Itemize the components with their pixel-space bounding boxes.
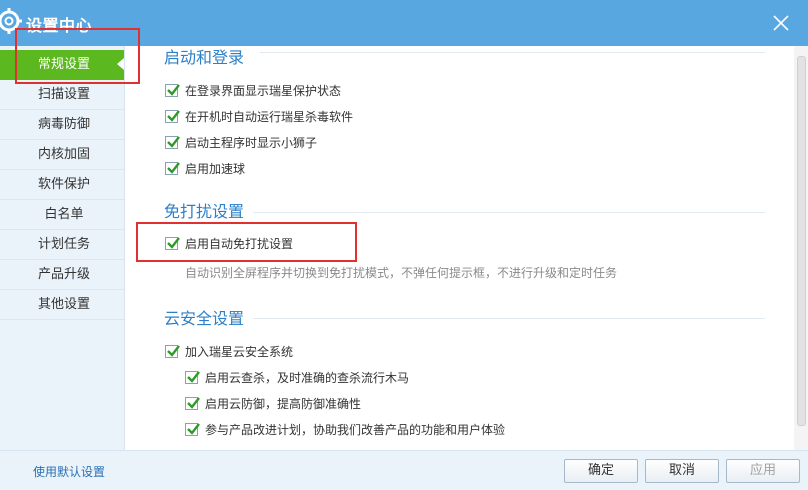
checkbox-checked[interactable] — [185, 397, 200, 410]
title-bar: 设置中心 — [0, 0, 808, 46]
settings-window: 设置中心 常规设置 扫描设置 病毒防御 内核加固 软件保护 白名单 计划任务 产… — [0, 0, 808, 490]
check-icon — [187, 423, 200, 435]
section-title-cloud: 云安全设置 — [164, 309, 245, 328]
section-divider — [253, 318, 765, 319]
section-title-dnd: 免打扰设置 — [164, 202, 245, 221]
checkbox-checked[interactable] — [165, 136, 180, 149]
window-title: 设置中心 — [26, 16, 93, 35]
settings-content: 启动和登录 在登录界面显示瑞星保护状态 在开机时自动运行瑞星杀毒软件 启动主程序… — [125, 46, 794, 450]
scrollbar-thumb[interactable] — [797, 56, 806, 426]
section-title-startup: 启动和登录 — [164, 48, 245, 67]
sidebar-item-kernel-hardening[interactable]: 内核加固 — [0, 140, 124, 170]
sidebar-item-other-settings[interactable]: 其他设置 — [0, 290, 124, 320]
section-divider — [260, 52, 765, 53]
use-default-settings-link[interactable]: 使用默认设置 — [33, 463, 105, 480]
check-icon — [167, 84, 180, 96]
check-icon — [167, 162, 180, 174]
content-scrollbar[interactable] — [794, 46, 808, 450]
sidebar-nav: 常规设置 扫描设置 病毒防御 内核加固 软件保护 白名单 计划任务 产品升级 其… — [0, 46, 125, 450]
checkbox-checked[interactable] — [185, 423, 200, 436]
check-icon — [167, 237, 180, 249]
apply-button[interactable]: 应用 — [726, 459, 800, 483]
check-icon — [187, 371, 200, 383]
sidebar-item-software-protection[interactable]: 软件保护 — [0, 170, 124, 200]
check-icon — [167, 136, 180, 148]
sidebar-item-general[interactable]: 常规设置 — [0, 50, 124, 80]
ok-button[interactable]: 确定 — [564, 459, 638, 483]
check-icon — [187, 397, 200, 409]
sidebar-item-product-update[interactable]: 产品升级 — [0, 260, 124, 290]
checkbox-checked[interactable] — [165, 110, 180, 123]
sidebar-item-whitelist[interactable]: 白名单 — [0, 200, 124, 230]
sidebar-item-scheduled-tasks[interactable]: 计划任务 — [0, 230, 124, 260]
checkbox-checked[interactable] — [165, 162, 180, 175]
sidebar-item-scan[interactable]: 扫描设置 — [0, 80, 124, 110]
sidebar-item-virus-defense[interactable]: 病毒防御 — [0, 110, 124, 140]
checkbox-checked[interactable] — [165, 237, 180, 250]
close-icon[interactable] — [772, 14, 790, 32]
checkbox-checked[interactable] — [165, 84, 180, 97]
cancel-button[interactable]: 取消 — [645, 459, 719, 483]
dnd-description: 自动识别全屏程序并切换到免打扰模式，不弹任何提示框，不进行升级和定时任务 — [185, 266, 618, 280]
checkbox-checked[interactable] — [185, 371, 200, 384]
checkbox-checked[interactable] — [165, 345, 180, 358]
section-divider — [253, 212, 765, 213]
check-icon — [167, 345, 180, 357]
check-icon — [167, 110, 180, 122]
dialog-footer: 使用默认设置 确定 取消 应用 — [0, 450, 808, 490]
gear-icon — [0, 8, 22, 34]
